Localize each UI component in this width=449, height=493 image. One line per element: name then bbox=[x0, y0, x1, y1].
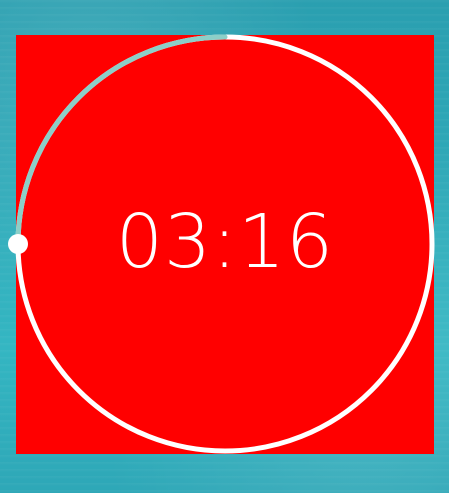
timer-time-text: 03:16 bbox=[115, 198, 335, 285]
